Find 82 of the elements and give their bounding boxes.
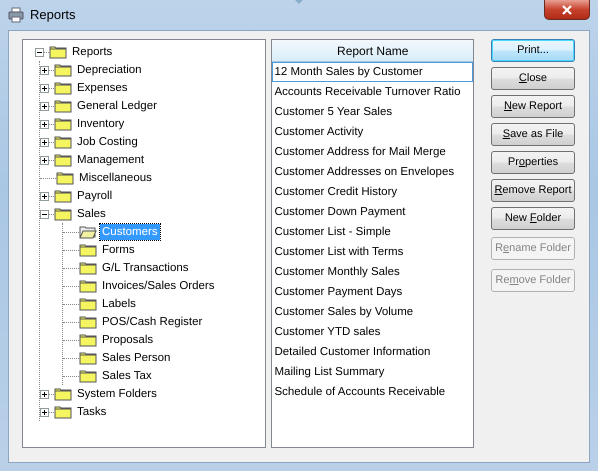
- tree-item[interactable]: Sales Person: [100, 350, 172, 366]
- dialog-button[interactable]: New Folder: [491, 207, 575, 230]
- tree-item[interactable]: General Ledger: [75, 98, 159, 114]
- tree-item[interactable]: Depreciation: [75, 62, 144, 78]
- folder-icon: [54, 405, 72, 419]
- folder-icon: [54, 153, 72, 167]
- folder-icon: [79, 351, 97, 365]
- expander-icon[interactable]: [40, 192, 49, 200]
- report-list-item[interactable]: Customer Monthly Sales: [272, 262, 473, 282]
- folder-icon: [56, 171, 74, 185]
- report-list-item[interactable]: Schedule of Accounts Receivable: [272, 382, 473, 402]
- tree-item[interactable]: Invoices/Sales Orders: [100, 278, 216, 294]
- folder-icon: [54, 189, 72, 203]
- folder-icon: [54, 387, 72, 401]
- tree-item[interactable]: Proposals: [100, 332, 156, 348]
- report-list-item[interactable]: Mailing List Summary: [272, 362, 473, 382]
- report-list-item[interactable]: Customer 5 Year Sales: [272, 102, 473, 122]
- dialog-button[interactable]: Properties: [491, 151, 575, 174]
- tree-item[interactable]: System Folders: [75, 386, 159, 402]
- expander-icon[interactable]: [40, 210, 49, 218]
- close-button[interactable]: [544, 0, 590, 20]
- folder-icon: [54, 207, 72, 221]
- folder-icon: [54, 135, 72, 149]
- expander-icon[interactable]: [40, 390, 49, 398]
- tree-item[interactable]: Forms: [100, 242, 137, 258]
- tree-item[interactable]: Miscellaneous: [77, 170, 154, 186]
- folder-icon: [79, 261, 97, 275]
- dialog-button[interactable]: Close: [491, 67, 575, 90]
- folder-icon: [49, 45, 67, 59]
- expander-icon[interactable]: [40, 120, 49, 128]
- folder-icon: [79, 279, 97, 293]
- report-list-item[interactable]: Customer Payment Days: [272, 282, 473, 302]
- report-list-item[interactable]: 12 Month Sales by Customer: [272, 62, 473, 82]
- sort-arrow-icon: [295, 0, 303, 4]
- dialog-button[interactable]: Print...: [491, 39, 575, 62]
- folder-icon: [54, 117, 72, 131]
- folder-icon: [79, 243, 97, 257]
- report-list-item[interactable]: Customer Sales by Volume: [272, 302, 473, 322]
- tree-item[interactable]: Expenses: [75, 80, 130, 96]
- folder-icon: [54, 63, 72, 77]
- open-folder-icon: [79, 225, 97, 239]
- report-list-item[interactable]: Customer Credit History: [272, 182, 473, 202]
- report-list-item[interactable]: Customer Activity: [272, 122, 473, 142]
- report-list-item[interactable]: Customer Addresses on Envelopes: [272, 162, 473, 182]
- report-list-item[interactable]: Accounts Receivable Turnover Ratio: [272, 82, 473, 102]
- tree-item[interactable]: Management: [75, 152, 146, 168]
- dialog-button[interactable]: Remove Report: [491, 179, 575, 202]
- close-icon: [561, 4, 573, 14]
- folder-icon: [79, 333, 97, 347]
- report-list-item[interactable]: Customer Down Payment: [272, 202, 473, 222]
- tree-item[interactable]: Labels: [100, 296, 138, 312]
- tree-item[interactable]: Payroll: [75, 188, 114, 204]
- expander-icon[interactable]: [40, 408, 49, 416]
- tree-item[interactable]: Tasks: [75, 404, 108, 420]
- expander-icon[interactable]: [40, 156, 49, 164]
- report-list-item[interactable]: Detailed Customer Information: [272, 342, 473, 362]
- expander-icon[interactable]: [40, 102, 49, 110]
- dialog-button[interactable]: New Report: [491, 95, 575, 118]
- expander-icon[interactable]: [35, 48, 44, 56]
- expander-icon[interactable]: [40, 138, 49, 146]
- folder-icon: [79, 315, 97, 329]
- folder-icon: [54, 81, 72, 95]
- tree-item[interactable]: POS/Cash Register: [100, 314, 204, 330]
- report-list-item[interactable]: Customer YTD sales: [272, 322, 473, 342]
- tree-item[interactable]: Sales Tax: [100, 368, 154, 384]
- folder-icon: [54, 99, 72, 113]
- folder-icon: [79, 369, 97, 383]
- tree-item[interactable]: Reports: [70, 44, 114, 60]
- folder-icon: [79, 297, 97, 311]
- tree-item[interactable]: Inventory: [75, 116, 126, 132]
- window-title: Reports: [30, 6, 76, 24]
- expander-icon[interactable]: [40, 66, 49, 74]
- tree-item[interactable]: Sales: [75, 206, 108, 222]
- report-list-item[interactable]: Customer Address for Mail Merge: [272, 142, 473, 162]
- tree-item[interactable]: G/L Transactions: [100, 260, 191, 276]
- column-header[interactable]: Report Name: [272, 40, 473, 62]
- report-list-item[interactable]: Customer List - Simple: [272, 222, 473, 242]
- tree-item[interactable]: Job Costing: [75, 134, 140, 150]
- printer-icon: [8, 7, 24, 23]
- dialog-button[interactable]: Save as File: [491, 123, 575, 146]
- expander-icon[interactable]: [40, 84, 49, 92]
- report-list-item[interactable]: Customer List with Terms: [272, 242, 473, 262]
